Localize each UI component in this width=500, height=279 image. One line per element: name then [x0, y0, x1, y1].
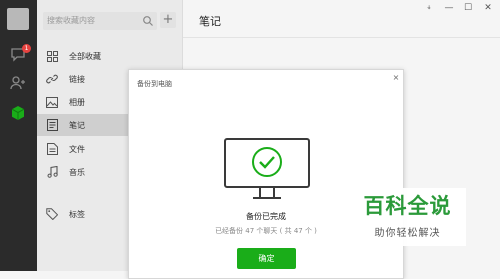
maximize-button[interactable]: ☐: [461, 2, 475, 14]
file-icon: [46, 143, 58, 155]
avatar[interactable]: [7, 8, 29, 30]
menu-item-album[interactable]: 相册: [37, 91, 128, 113]
dialog-title: 备份到电脑: [137, 80, 172, 88]
menu-label: 标签: [69, 209, 85, 219]
unread-badge: 1: [22, 44, 31, 53]
title-divider: [183, 37, 500, 38]
menu-label: 笔记: [69, 120, 85, 130]
minimize-button[interactable]: —: [442, 2, 456, 14]
app-sidebar: [0, 0, 37, 271]
confirm-button[interactable]: 确定: [237, 248, 296, 269]
menu-item-music[interactable]: 音乐: [37, 161, 128, 183]
watermark-title: 百科全说: [363, 194, 452, 218]
search-icon[interactable]: [142, 15, 154, 27]
link-icon: [46, 73, 58, 85]
menu-label: 全部收藏: [69, 51, 101, 61]
search-input[interactable]: 搜索收藏内容: [43, 12, 157, 30]
add-button[interactable]: +: [160, 12, 176, 28]
note-icon: [46, 119, 58, 131]
menu-item-links[interactable]: 链接: [37, 68, 128, 90]
menu-label: 音乐: [69, 167, 85, 177]
pin-icon[interactable]: ⍖: [422, 2, 436, 14]
watermark-subtitle: 助你轻松解决: [374, 228, 441, 239]
music-icon: [46, 166, 58, 178]
menu-item-all[interactable]: 全部收藏: [37, 45, 128, 67]
tag-icon: [46, 208, 58, 220]
favorites-cube-icon[interactable]: [9, 104, 27, 122]
image-icon: [46, 96, 58, 108]
page-title: 笔记: [199, 15, 221, 28]
menu-item-notes[interactable]: 笔记: [37, 114, 128, 136]
grid-icon: [46, 50, 58, 62]
search-placeholder: 搜索收藏内容: [47, 16, 95, 25]
monitor-check-icon: [220, 134, 314, 209]
menu-label: 相册: [69, 97, 85, 107]
menu-label: 链接: [69, 74, 85, 84]
close-window-button[interactable]: ✕: [481, 2, 495, 14]
dialog-close-button[interactable]: ×: [391, 73, 401, 82]
menu-item-tags[interactable]: 标签: [37, 203, 128, 225]
contacts-icon[interactable]: [9, 74, 27, 92]
menu-item-files[interactable]: 文件: [37, 138, 128, 160]
menu-label: 文件: [69, 144, 85, 154]
